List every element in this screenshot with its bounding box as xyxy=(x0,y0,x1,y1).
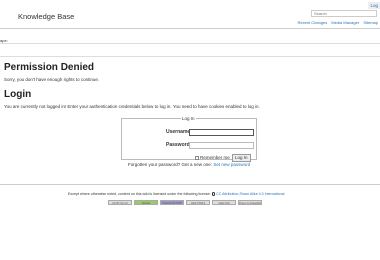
remember-label[interactable]: Remember me xyxy=(200,155,230,160)
badge-cc-license[interactable]: CC BY-SA 4.0 xyxy=(108,200,132,205)
license-text: Except where otherwise noted, content on… xyxy=(68,192,211,196)
footer-divider xyxy=(0,184,380,185)
search-input[interactable]: Search xyxy=(311,10,377,17)
login-link[interactable]: Log xyxy=(368,2,380,9)
top-nav: Recent Changes Media Manager Sitemap xyxy=(294,20,378,25)
set-new-password-link[interactable]: Set new password xyxy=(213,162,250,167)
nav-media-manager[interactable]: Media Manager xyxy=(331,20,359,25)
badge-php[interactable]: Powered by PHP xyxy=(160,200,184,205)
login-button[interactable]: Log In xyxy=(232,154,251,162)
page-toolbar xyxy=(0,43,380,57)
footer-badges: CC BY-SA 4.0 Donate Powered by PHP Valid… xyxy=(108,200,262,205)
username-label: Username xyxy=(166,129,191,135)
login-legend: Log In xyxy=(182,116,195,121)
permission-message: Sorry, you don't have enough rights to c… xyxy=(4,77,100,82)
page-title: Permission Denied xyxy=(4,62,95,73)
header-divider xyxy=(0,28,380,29)
username-field[interactable] xyxy=(189,129,254,136)
badge-donate[interactable]: Donate xyxy=(134,200,158,205)
nav-sitemap[interactable]: Sitemap xyxy=(363,20,378,25)
password-label: Password xyxy=(166,142,190,148)
login-heading: Login xyxy=(4,89,32,100)
badge-html5[interactable]: Valid HTML5 xyxy=(186,200,210,205)
password-field[interactable] xyxy=(189,142,254,149)
login-form: Log In Username Password Remember me Log… xyxy=(121,116,257,162)
forgot-password: Forgotten your password? Get a new one: … xyxy=(128,162,250,167)
badge-dokuwiki[interactable]: Driven by DokuWiki xyxy=(238,200,262,205)
site-title[interactable]: Knowledge Base xyxy=(18,12,74,21)
license-notice: Except where otherwise noted, content on… xyxy=(68,192,284,196)
login-intro: You are currently not logged in! Enter y… xyxy=(4,104,260,109)
forgot-text: Forgotten your password? Get a new one: xyxy=(128,162,213,167)
nav-recent-changes[interactable]: Recent Changes xyxy=(297,20,327,25)
cc-license-icon xyxy=(211,192,216,196)
remember-checkbox[interactable] xyxy=(195,156,199,160)
badge-css[interactable]: Valid CSS xyxy=(212,200,236,205)
license-link[interactable]: CC Attribution-Share Alike 4.0 Internati… xyxy=(216,192,284,196)
